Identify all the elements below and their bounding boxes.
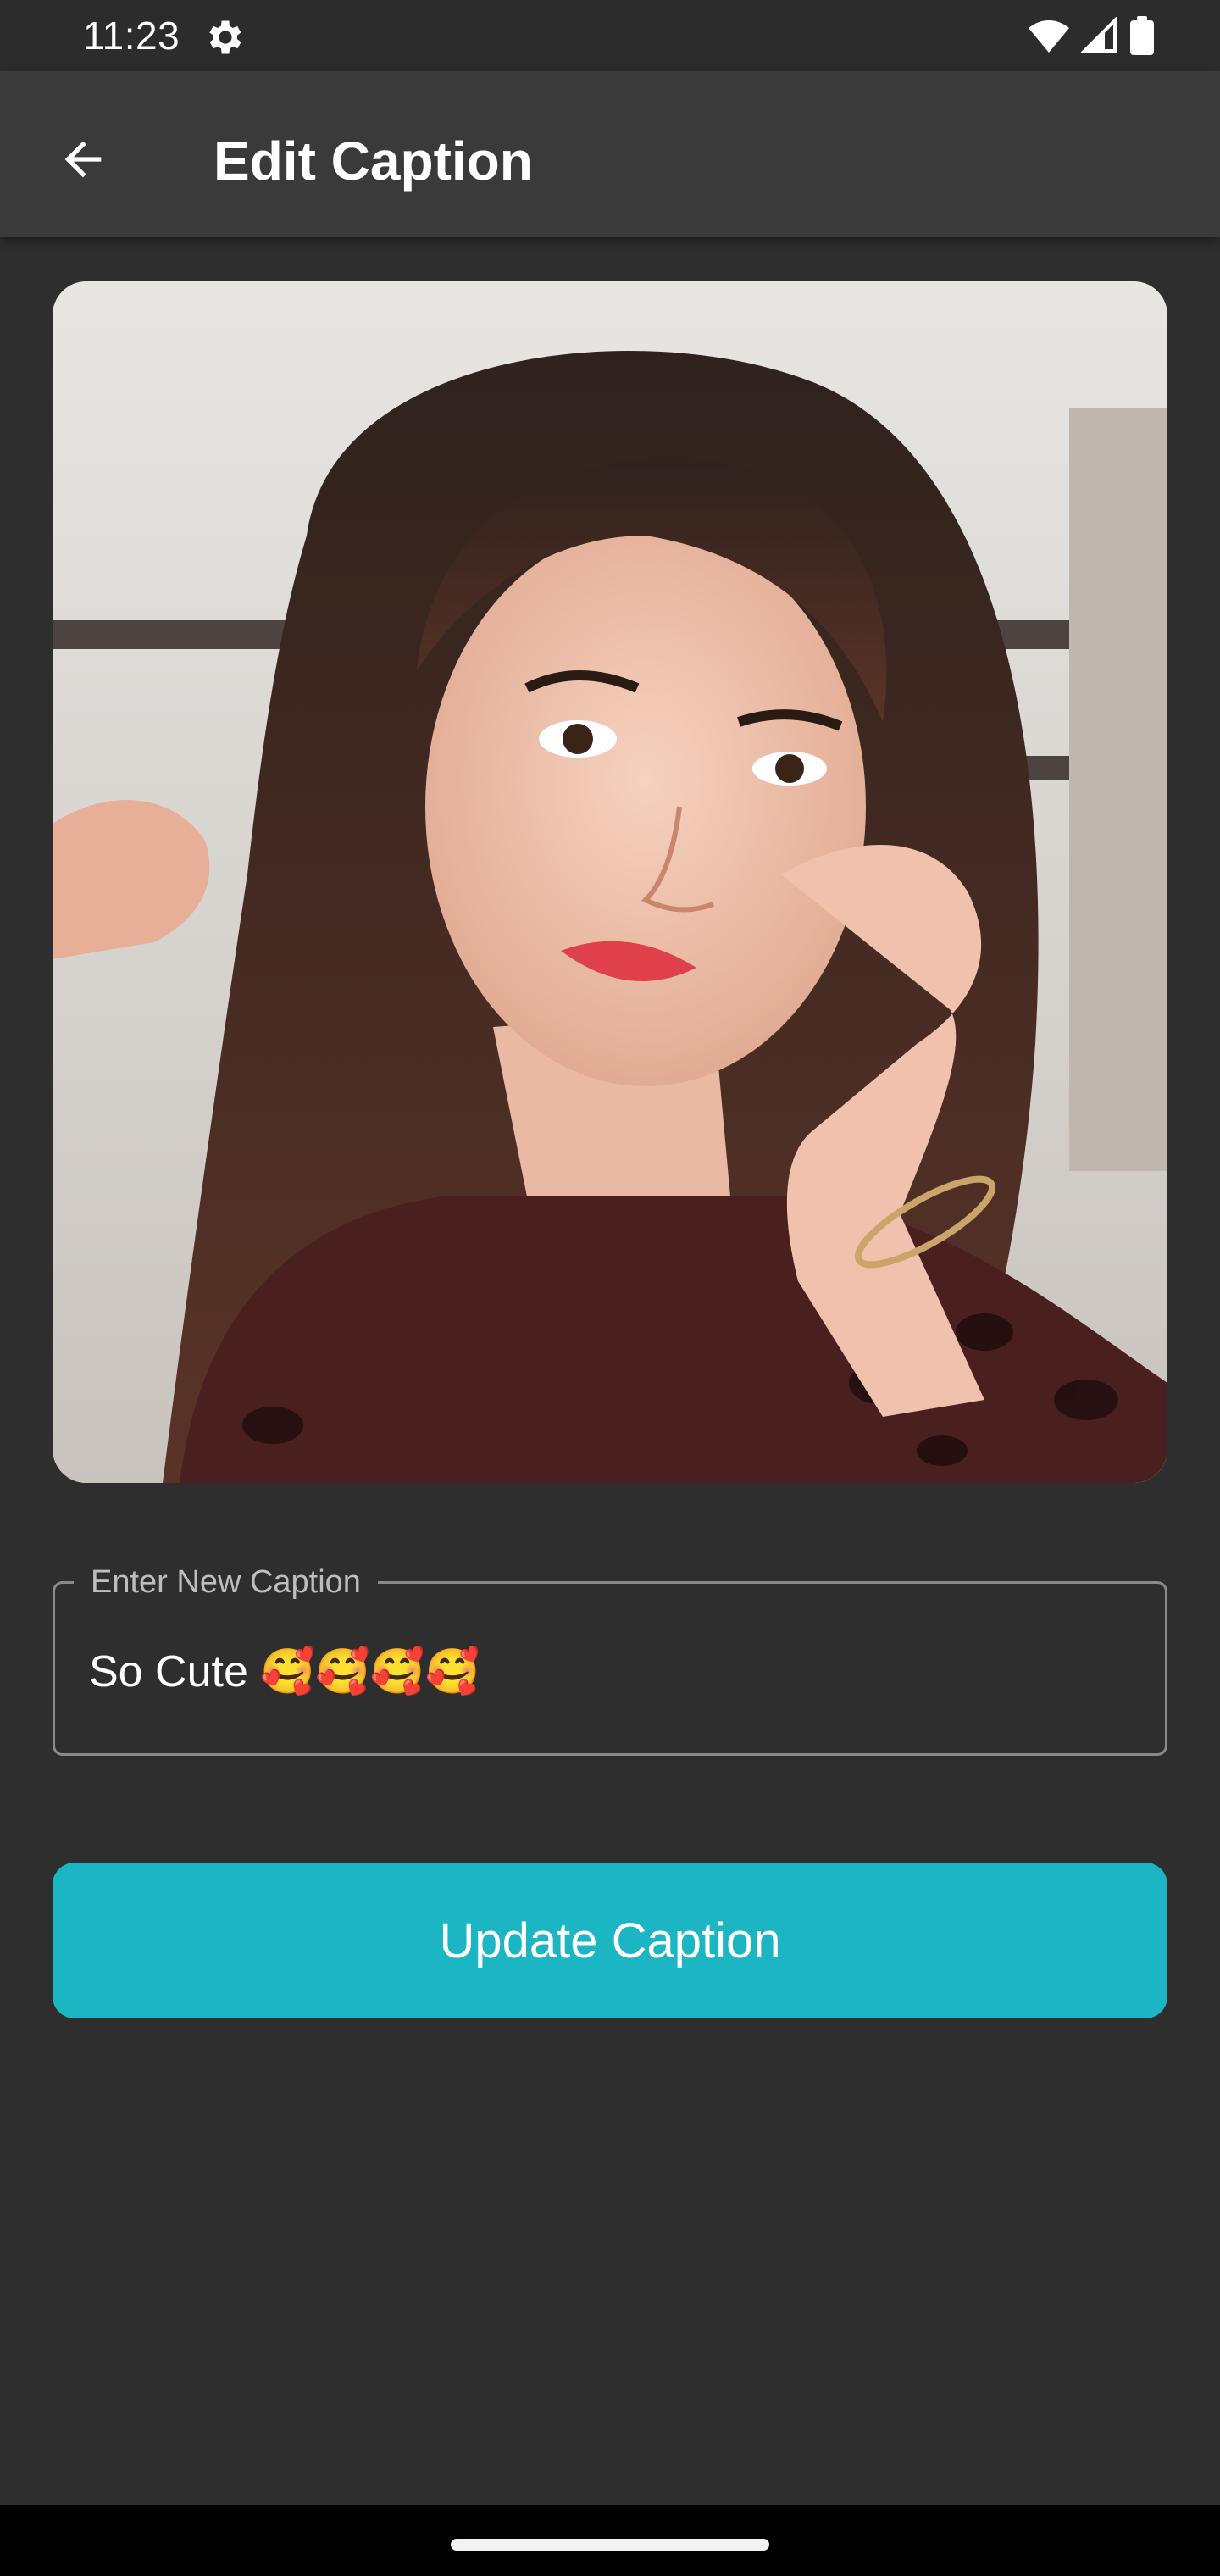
battery-icon <box>1130 15 1154 59</box>
home-indicator[interactable] <box>451 2539 769 2551</box>
wifi-icon <box>1029 17 1069 58</box>
status-time: 11:23 <box>83 14 180 58</box>
caption-field-label: Enter New Caption <box>74 1558 378 1606</box>
settings-gear-icon <box>203 15 247 59</box>
status-icons <box>1029 15 1154 59</box>
system-nav-bar <box>0 2505 1220 2576</box>
caption-field: Enter New Caption <box>53 1558 1167 1756</box>
app-bar: Edit Caption <box>0 71 1220 237</box>
page-title: Edit Caption <box>214 130 533 192</box>
edit-caption-screen: 11:23 Edit Caption Enter New Caption So … <box>0 0 1220 2576</box>
arrow-left-icon <box>56 132 110 191</box>
cellular-signal-icon <box>1080 15 1118 58</box>
status-bar: 11:23 <box>0 0 1220 71</box>
update-caption-button[interactable]: Update Caption <box>53 1863 1167 2018</box>
post-photo <box>53 281 1167 1483</box>
back-button[interactable] <box>42 120 124 202</box>
caption-input[interactable] <box>89 1635 1123 1709</box>
